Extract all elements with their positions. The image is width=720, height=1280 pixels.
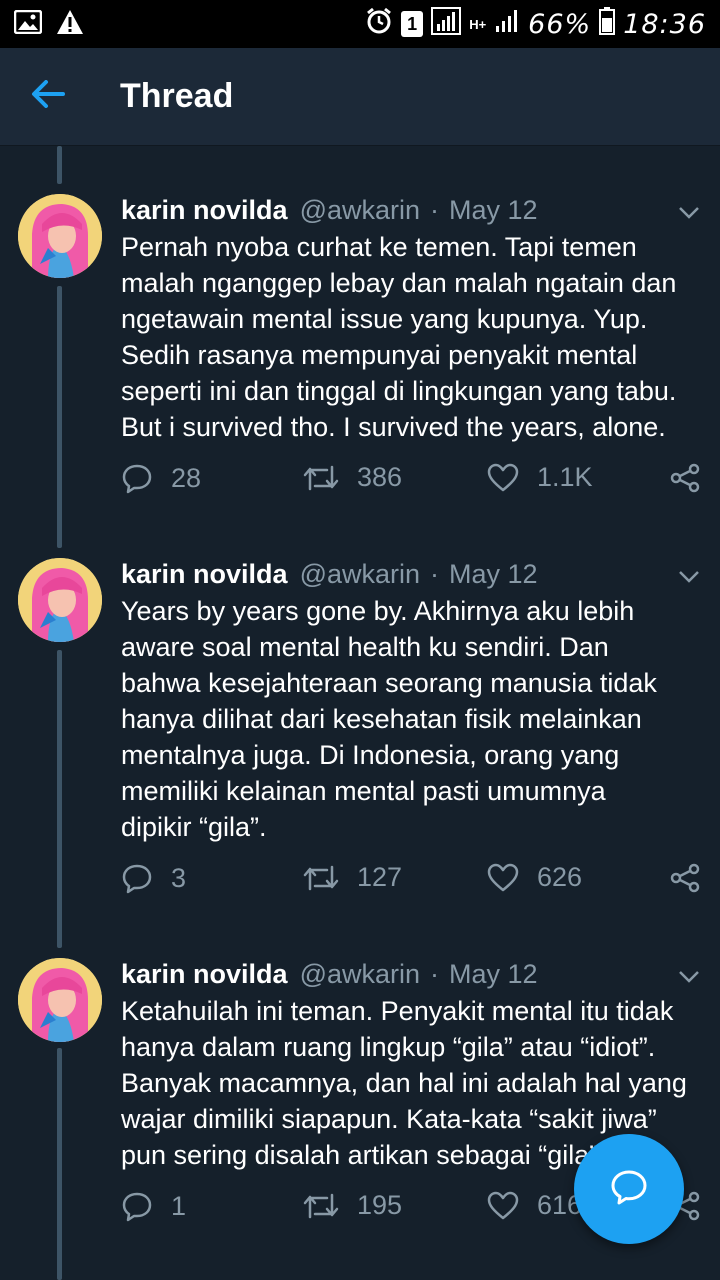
tweet-date[interactable]: May 12 bbox=[449, 559, 538, 590]
arrow-left-icon bbox=[31, 80, 65, 113]
author-handle[interactable]: @awkarin bbox=[300, 195, 420, 226]
tweet-header: karin novilda @awkarin · May 12 bbox=[121, 190, 700, 230]
tweet[interactable]: karin novilda @awkarin · May 12 Pernah n… bbox=[0, 190, 720, 530]
network-type-label: H+ bbox=[469, 16, 487, 32]
heart-icon bbox=[487, 863, 519, 893]
retweet-button[interactable]: 195 bbox=[303, 1190, 402, 1221]
tweet-header: karin novilda @awkarin · May 12 bbox=[121, 554, 700, 594]
reply-button[interactable]: 28 bbox=[121, 462, 201, 494]
avatar[interactable] bbox=[18, 958, 102, 1042]
avatar[interactable] bbox=[18, 194, 102, 278]
status-bar: 1 H+ 66% 18:36 bbox=[0, 0, 720, 48]
retweet-count: 386 bbox=[357, 462, 403, 492]
reply-count: 1 bbox=[171, 1190, 187, 1221]
tweet-text-line: mentalnya juga. Di Indonesia, orang yang bbox=[121, 740, 620, 770]
sim-badge: 1 bbox=[401, 11, 424, 37]
separator-dot: · bbox=[430, 194, 440, 225]
tweet-text-line: Sedih rasanya mempunyai penyakit mental bbox=[121, 340, 638, 370]
retweet-icon bbox=[303, 863, 339, 893]
retweet-count: 195 bbox=[357, 1190, 403, 1220]
clock: 18:36 bbox=[623, 8, 706, 40]
author-handle[interactable]: @awkarin bbox=[300, 559, 420, 590]
reply-bubble-icon bbox=[121, 462, 153, 494]
retweet-icon bbox=[303, 1191, 339, 1221]
author-handle[interactable]: @awkarin bbox=[300, 959, 420, 990]
tweet-text-line: ngetawain mental issue yang kupunya. Yup… bbox=[121, 304, 648, 334]
reply-count: 3 bbox=[171, 862, 187, 893]
compose-reply-icon bbox=[609, 1167, 649, 1212]
thread-line bbox=[57, 146, 62, 184]
avatar[interactable] bbox=[18, 558, 102, 642]
page-title: Thread bbox=[120, 77, 234, 115]
app-bar: Thread bbox=[0, 48, 720, 146]
like-count: 1.1K bbox=[537, 462, 593, 492]
tweet-text-line: Banyak macamnya, dan hal ini adalah hal … bbox=[121, 1068, 687, 1098]
battery-percent: 66% bbox=[528, 8, 592, 40]
reply-button[interactable]: 1 bbox=[121, 1190, 186, 1222]
tweet-text-line: bahwa kesejahteraan seorang manusia tida… bbox=[121, 668, 657, 698]
share-button[interactable] bbox=[669, 462, 701, 494]
reply-button[interactable]: 3 bbox=[121, 862, 186, 894]
tweet-text-line: memiliki kelainan mental pasti umumnya bbox=[121, 776, 606, 806]
tweet-text-line: aware soal mental health ku sendiri. Dan bbox=[121, 632, 609, 662]
separator-dot: · bbox=[430, 958, 440, 989]
tweet-text-line: Pernah nyoba curhat ke temen. Tapi temen bbox=[121, 232, 637, 262]
retweet-icon bbox=[303, 463, 339, 493]
signal-icon bbox=[431, 6, 462, 42]
like-button[interactable]: 1.1K bbox=[487, 462, 593, 493]
back-button[interactable] bbox=[0, 48, 96, 146]
retweet-button[interactable]: 386 bbox=[303, 462, 402, 493]
tweet-text-line: wajar dimiliki siapapun. Kata-kata “saki… bbox=[121, 1104, 657, 1134]
warning-icon bbox=[56, 9, 84, 40]
compose-reply-button[interactable] bbox=[574, 1134, 684, 1244]
tweet-text-line: Years by years gone by. Akhirnya aku leb… bbox=[121, 596, 635, 626]
share-icon bbox=[669, 462, 701, 494]
tweet-text: Years by years gone by. Akhirnya aku leb… bbox=[121, 593, 701, 845]
gallery-notification-icon bbox=[13, 9, 43, 39]
alarm-icon bbox=[365, 7, 393, 42]
author-name[interactable]: karin novilda bbox=[121, 195, 288, 226]
reply-bubble-icon bbox=[121, 862, 153, 894]
tweet-date[interactable]: May 12 bbox=[449, 195, 538, 226]
tweet-text: Pernah nyoba curhat ke temen. Tapi temen… bbox=[121, 229, 701, 445]
separator-dot: · bbox=[430, 558, 440, 589]
like-count: 626 bbox=[537, 862, 583, 892]
tweet-header: karin novilda @awkarin · May 12 bbox=[121, 954, 700, 994]
chevron-down-icon[interactable] bbox=[678, 560, 700, 591]
tweet-actions: 3 127 626 bbox=[121, 862, 705, 902]
share-icon bbox=[669, 862, 701, 894]
retweet-count: 127 bbox=[357, 862, 403, 892]
tweet-text-line: But i survived tho. I survived the years… bbox=[121, 412, 666, 442]
heart-icon bbox=[487, 1191, 519, 1221]
tweet-text-line: hanya dalam ruang lingkup “gila” atau “i… bbox=[121, 1032, 656, 1062]
retweet-button[interactable]: 127 bbox=[303, 862, 402, 893]
share-button[interactable] bbox=[669, 862, 701, 894]
author-name[interactable]: karin novilda bbox=[121, 559, 288, 590]
like-button[interactable]: 616 bbox=[487, 1190, 582, 1221]
signal-strength-icon bbox=[494, 8, 520, 41]
tweet-text-line: Ketahuilah ini teman. Penyakit mental it… bbox=[121, 996, 674, 1026]
chevron-down-icon[interactable] bbox=[678, 196, 700, 227]
tweet-text-line: seperti ini dan tinggal di lingkungan ya… bbox=[121, 376, 677, 406]
tweet[interactable]: karin novilda @awkarin · May 12 Years by… bbox=[0, 554, 720, 934]
reply-bubble-icon bbox=[121, 1190, 153, 1222]
reply-count: 28 bbox=[171, 462, 202, 493]
like-button[interactable]: 626 bbox=[487, 862, 582, 893]
tweet-date[interactable]: May 12 bbox=[449, 959, 538, 990]
chevron-down-icon[interactable] bbox=[678, 960, 700, 991]
tweet-text-line: hanya dilihat dari kesehatan fisik melai… bbox=[121, 704, 642, 734]
battery-icon bbox=[599, 6, 616, 42]
tweet-actions: 28 386 1.1K bbox=[121, 462, 705, 502]
thread-screen: 1 H+ 66% 18:36 Thread karin novilda @awk… bbox=[0, 0, 720, 1280]
author-name[interactable]: karin novilda bbox=[121, 959, 288, 990]
heart-icon bbox=[487, 463, 519, 493]
tweet-text-line: malah nganggep lebay dan malah ngatain d… bbox=[121, 268, 677, 298]
tweet-text-line: dipikir “gila”. bbox=[121, 812, 267, 842]
